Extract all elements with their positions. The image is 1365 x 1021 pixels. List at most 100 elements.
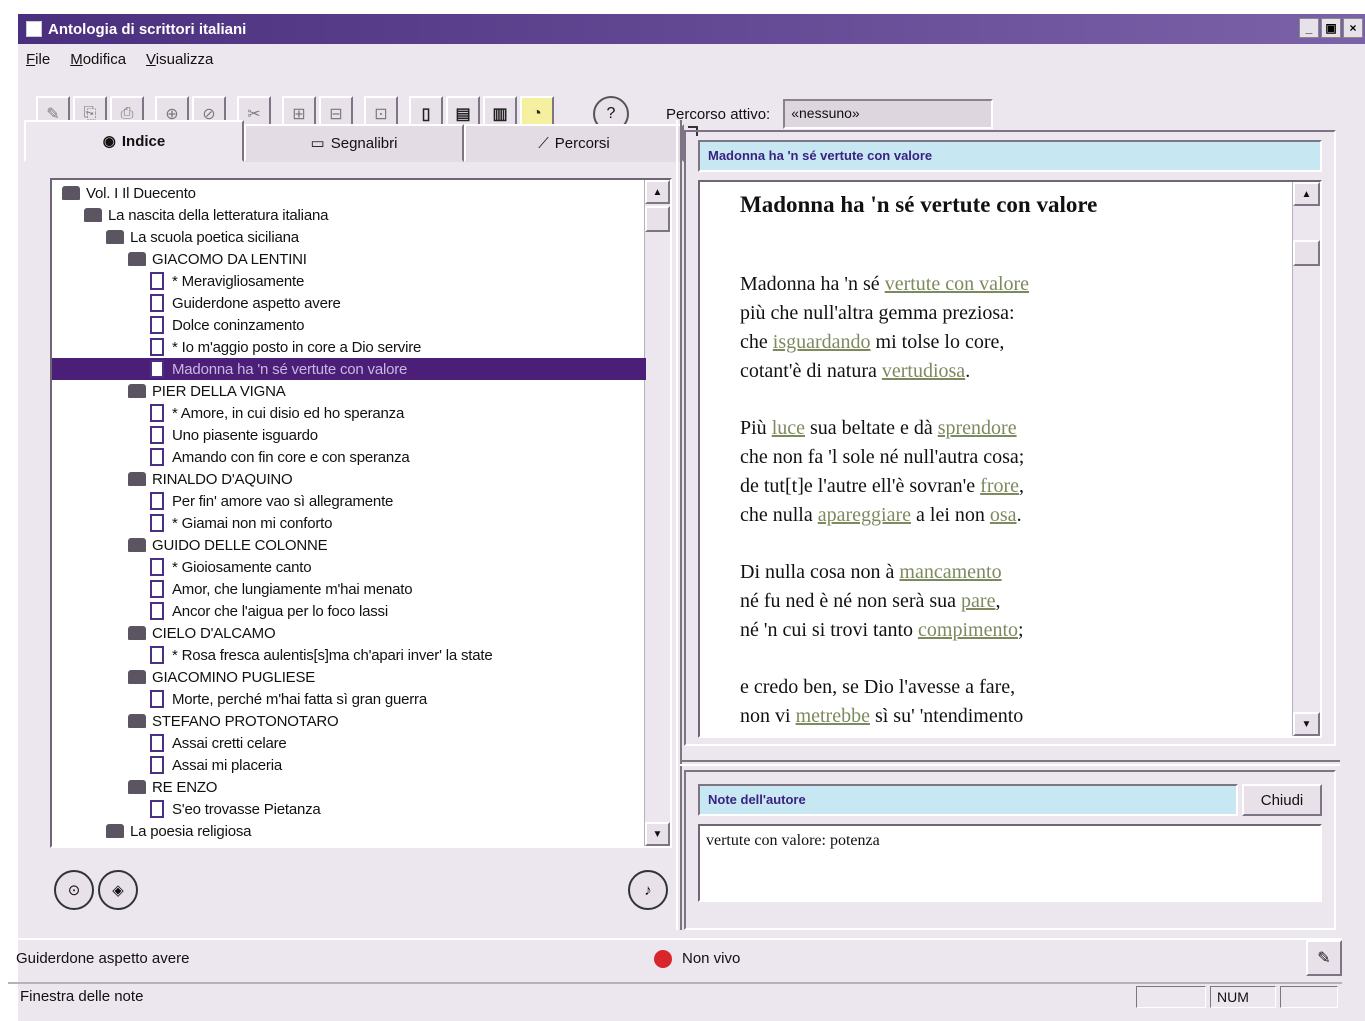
doc-scroll-up-arrow[interactable]: ▲: [1293, 182, 1320, 206]
tree-item[interactable]: * Gioiosamente canto: [150, 556, 312, 578]
glossary-link[interactable]: compimento: [918, 619, 1018, 641]
active-path-field[interactable]: «nessuno»: [783, 99, 994, 129]
doc-scroll-thumb[interactable]: [1293, 240, 1320, 266]
vertical-splitter[interactable]: [676, 120, 682, 930]
glossary-link[interactable]: vertute con valore: [885, 273, 1029, 295]
document-icon: [150, 646, 164, 664]
index-tree[interactable]: ▲ ▼ Vol. I Il Duecento La nascita della l…: [50, 178, 672, 848]
tree-item[interactable]: Ancor che l'aigua per lo foco lassi: [150, 600, 388, 622]
scroll-thumb[interactable]: [645, 206, 670, 232]
tree-item[interactable]: * Io m'aggio posto in core a Dio servire: [150, 336, 421, 358]
document-icon: [150, 690, 164, 708]
tree-folder[interactable]: STEFANO PROTONOTARO: [128, 710, 339, 732]
minimize-button[interactable]: _: [1299, 18, 1319, 38]
tree-folder[interactable]: GIACOMINO PUGLIESE: [128, 666, 315, 688]
glossary-link[interactable]: mancamento: [899, 561, 1001, 583]
tab-percorsi[interactable]: ⟋ Percorsi: [464, 124, 684, 162]
tree-folder[interactable]: CIELO D'ALCAMO: [128, 622, 276, 644]
tree-item[interactable]: Madonna ha 'n sé vertute con valore: [52, 358, 646, 380]
glossary-link[interactable]: pare: [961, 590, 995, 612]
tree-item[interactable]: * Rosa fresca aulentis[s]ma ch'apari inv…: [150, 644, 493, 666]
book-icon: [128, 538, 146, 552]
menu-visualizza[interactable]: Visualizza: [146, 51, 213, 68]
glossary-link[interactable]: osa: [990, 504, 1017, 526]
document-icon: [150, 734, 164, 752]
tree-item[interactable]: Guiderdone aspetto avere: [150, 292, 341, 314]
document-header: Madonna ha 'n sé vertute con valore: [698, 140, 1322, 172]
document-icon: [150, 514, 164, 532]
tab-segnalibri[interactable]: ▭ Segnalibri: [244, 124, 464, 162]
tree-item[interactable]: S'eo trovasse Pietanza: [150, 798, 321, 820]
glossary-link[interactable]: frore: [980, 475, 1019, 497]
verse-line: Di nulla cosa non à mancamento: [740, 558, 1024, 587]
document-icon: [150, 316, 164, 334]
close-book-icon[interactable]: ◈: [98, 870, 138, 910]
document-scrollbar[interactable]: ▲ ▼: [1292, 182, 1320, 736]
tree-folder[interactable]: Vol. I Il Duecento: [62, 182, 196, 204]
tree-item[interactable]: Dolce coninzamento: [150, 314, 305, 336]
tree-item[interactable]: * Giamai non mi conforto: [150, 512, 332, 534]
verse-line: Madonna ha 'n sé vertute con valore: [740, 270, 1029, 299]
tree-folder[interactable]: La scuola poetica siciliana: [106, 226, 299, 248]
notes-panel: Note dell'autore Chiudi vertute con valo…: [684, 770, 1336, 930]
tree-folder[interactable]: La nascita della letteratura italiana: [84, 204, 328, 226]
menu-file[interactable]: File: [26, 51, 50, 68]
tree-label: * Amore, in cui disio ed ho speranza: [172, 404, 405, 422]
tree-label: La poesia religiosa: [130, 822, 252, 840]
sound-icon[interactable]: ♪: [628, 870, 668, 910]
glossary-link[interactable]: sprendore: [938, 417, 1017, 439]
doc-scroll-down-arrow[interactable]: ▼: [1293, 712, 1320, 736]
glossary-link[interactable]: apareggiare: [818, 504, 911, 526]
verse-line: de tut[t]e l'autre ell'è sovran'e frore,: [740, 472, 1024, 501]
notes-header: Note dell'autore: [698, 784, 1238, 816]
tree-action-buttons: ⊙ ◈: [54, 870, 138, 910]
tree-folder[interactable]: RINALDO D'AQUINO: [128, 468, 293, 490]
close-notes-button[interactable]: Chiudi: [1242, 784, 1322, 816]
horizontal-splitter[interactable]: [680, 760, 1340, 766]
tree-label: Assai mi placeria: [172, 756, 282, 774]
tree-folder[interactable]: La poesia religiosa: [106, 820, 251, 842]
scroll-down-arrow[interactable]: ▼: [645, 822, 670, 846]
tree-folder[interactable]: GUIDO DELLE COLONNE: [128, 534, 328, 556]
tree-folder[interactable]: RE ENZO: [128, 776, 217, 798]
menu-modifica[interactable]: Modifica: [70, 51, 126, 68]
tree-scrollbar[interactable]: ▲ ▼: [644, 180, 670, 846]
tree-item[interactable]: * Amore, in cui disio ed ho speranza: [150, 402, 404, 424]
tree-item[interactable]: Morte, perché m'hai fatta sì gran guerra: [150, 688, 427, 710]
verse-text: a lei non: [911, 504, 990, 526]
tree-item[interactable]: Uno piasente isguardo: [150, 424, 318, 446]
glossary-link[interactable]: vertudiosa: [882, 360, 965, 382]
book-icon: [128, 384, 146, 398]
verse-line: né 'n cui si trovi tanto compimento;: [740, 616, 1024, 645]
notes-toggle-icon[interactable]: ✎: [1306, 940, 1342, 976]
tab-indice[interactable]: ◉ Indice: [24, 120, 244, 162]
verse-text: e credo ben, se Dio l'avesse a fare,: [740, 676, 1016, 698]
glossary-link[interactable]: metrebbe: [796, 705, 870, 727]
close-window-button[interactable]: ×: [1343, 18, 1363, 38]
tree-item[interactable]: Assai cretti celare: [150, 732, 287, 754]
tree-folder[interactable]: PIER DELLA VIGNA: [128, 380, 286, 402]
book-icon: [106, 824, 124, 838]
document-icon: [150, 294, 164, 312]
verse-text: che nulla: [740, 504, 818, 526]
glossary-link[interactable]: isguardando: [773, 331, 871, 353]
open-book-icon[interactable]: ⊙: [54, 870, 94, 910]
window-controls: _ ▣ ×: [1299, 18, 1363, 38]
tree-folder[interactable]: GIACOMO DA LENTINI: [128, 248, 307, 270]
tree-label: Vol. I Il Duecento: [86, 184, 196, 202]
tree-item[interactable]: Assai mi placeria: [150, 754, 282, 776]
tree-item[interactable]: Amor, che lungiamente m'hai menato: [150, 578, 413, 600]
scroll-up-arrow[interactable]: ▲: [645, 180, 670, 204]
tree-item[interactable]: Per fin' amore vao sì allegramente: [150, 490, 393, 512]
document-icon: [150, 338, 164, 356]
tree-item[interactable]: * Meravigliosamente: [150, 270, 304, 292]
verse-text: Più: [740, 417, 772, 439]
maximize-button[interactable]: ▣: [1321, 18, 1341, 38]
index-icon: ◉: [102, 133, 116, 150]
verse-text: ;: [1018, 619, 1024, 641]
glossary-link[interactable]: luce: [772, 417, 805, 439]
verse-text: mi tolse lo core,: [870, 331, 1005, 353]
document-icon: [150, 756, 164, 774]
tree-item[interactable]: Amando con fin core e con speranza: [150, 446, 410, 468]
document-title: Madonna ha 'n sé vertute con valore: [740, 192, 1098, 217]
